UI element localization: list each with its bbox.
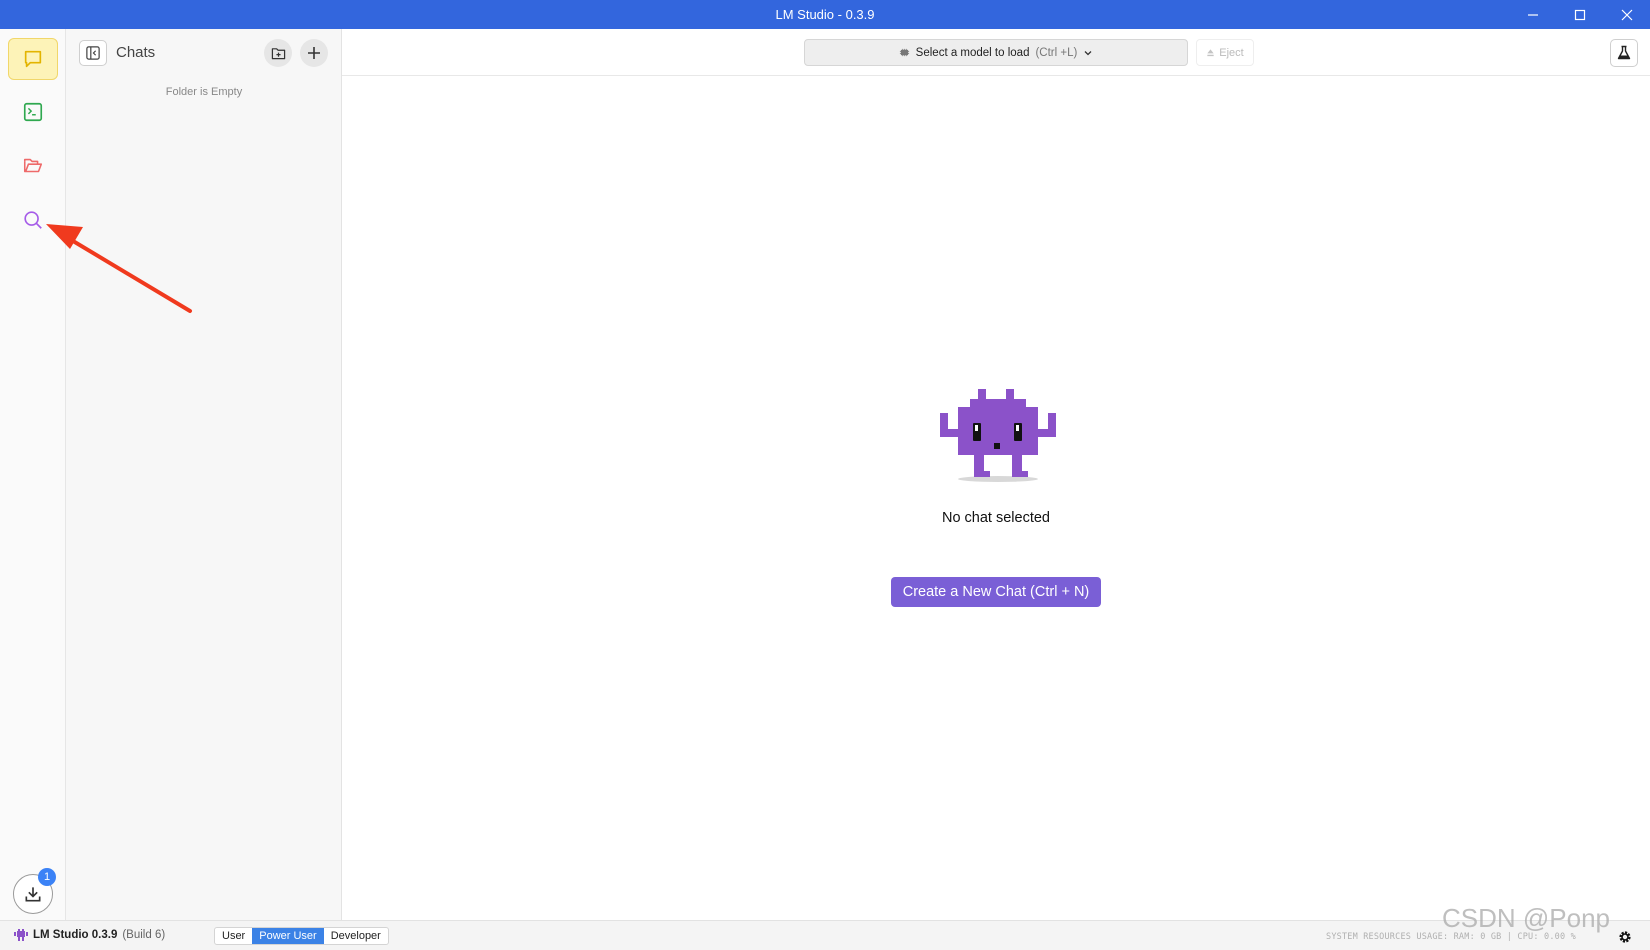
model-select-shortcut: (Ctrl +L) — [1035, 46, 1078, 59]
status-app-name: LM Studio 0.3.9 — [33, 929, 118, 941]
top-toolbar: Select a model to load (Ctrl +L) Eject — [342, 29, 1650, 76]
new-chat-plus-button[interactable] — [300, 39, 328, 67]
terminal-icon — [23, 102, 43, 122]
folder-empty-text: Folder is Empty — [165, 86, 243, 98]
create-new-chat-button[interactable]: Create a New Chat (Ctrl + N) — [891, 577, 1101, 607]
mode-user[interactable]: User — [215, 928, 252, 944]
system-resources-usage: SYSTEM RESOURCES USAGE: RAM: 0 GB | CPU:… — [1326, 932, 1576, 942]
nav-rail: 1 — [0, 29, 66, 920]
search-icon — [24, 211, 42, 229]
gear-icon — [1619, 931, 1631, 943]
chevron-down-icon — [1084, 50, 1092, 55]
status-app-info: LM Studio 0.3.9 (Build 6) — [14, 929, 165, 941]
lab-button[interactable] — [1610, 39, 1638, 67]
close-button[interactable] — [1604, 0, 1650, 29]
maximize-icon — [1574, 9, 1586, 20]
model-select-label: Select a model to load — [915, 46, 1030, 59]
chats-header: Chats — [66, 29, 342, 75]
window-title: LM Studio - 0.3.9 — [775, 7, 875, 22]
chat-bubble-icon — [24, 50, 42, 68]
status-bar: LM Studio 0.3.9 (Build 6) User Power Use… — [0, 920, 1650, 950]
settings-button[interactable] — [1616, 928, 1634, 946]
eject-button[interactable]: Eject — [1196, 39, 1254, 66]
status-build: (Build 6) — [122, 929, 166, 941]
eject-label: Eject — [1219, 46, 1244, 59]
minimize-icon — [1528, 13, 1538, 16]
maximize-button[interactable] — [1557, 0, 1603, 29]
empty-state-text: No chat selected — [941, 510, 1050, 526]
model-icon — [899, 48, 909, 57]
downloads-count-badge: 1 — [38, 868, 56, 886]
rail-chat-button[interactable] — [8, 38, 58, 80]
sidebar-toggle-icon — [86, 46, 100, 60]
new-folder-button[interactable] — [264, 39, 292, 67]
lmstudio-logo-icon — [14, 929, 28, 941]
main-area: Select a model to load (Ctrl +L) Eject N… — [342, 29, 1650, 920]
plus-icon — [308, 47, 320, 59]
sidebar-toggle-button[interactable] — [79, 40, 107, 66]
title-bar: LM Studio - 0.3.9 — [0, 0, 1650, 29]
mode-power-user[interactable]: Power User — [252, 928, 324, 944]
close-icon — [1621, 9, 1633, 20]
eject-icon — [1207, 49, 1214, 57]
mascot-illustration — [940, 389, 1056, 482]
model-select-dropdown[interactable]: Select a model to load (Ctrl +L) — [804, 39, 1188, 66]
folder-open-icon — [23, 158, 43, 173]
chats-title: Chats — [116, 44, 156, 61]
chats-panel: Chats Folder is Empty — [66, 29, 342, 920]
mode-switcher: User Power User Developer — [214, 927, 389, 945]
folder-plus-icon — [271, 47, 285, 59]
rail-discover-button[interactable] — [8, 199, 58, 241]
download-icon — [25, 887, 41, 902]
flask-icon — [1617, 45, 1631, 60]
minimize-button[interactable] — [1510, 0, 1556, 29]
rail-developer-button[interactable] — [8, 91, 58, 133]
rail-models-button[interactable] — [8, 145, 58, 187]
mode-developer[interactable]: Developer — [324, 928, 388, 944]
